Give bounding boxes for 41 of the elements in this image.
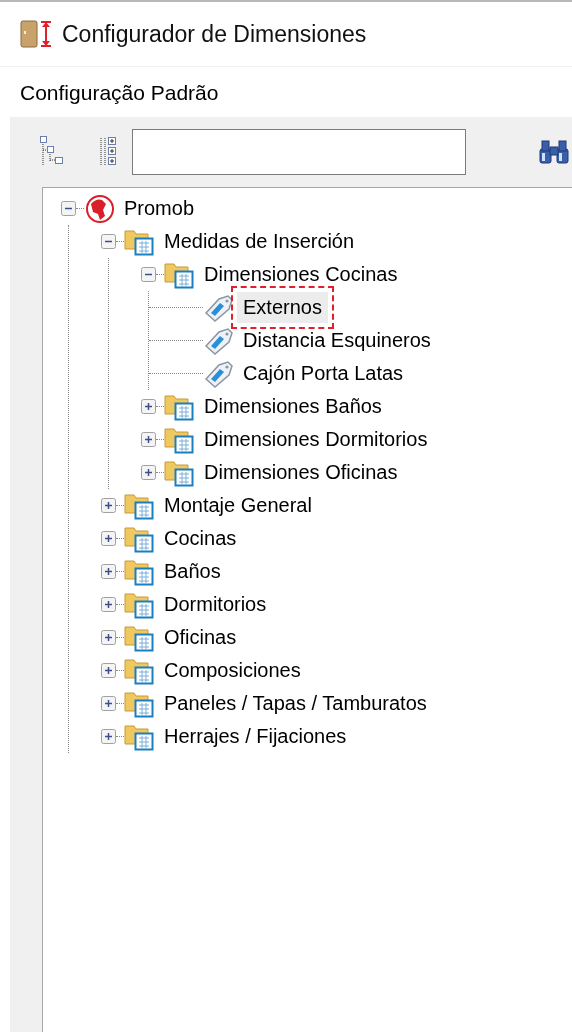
tree-item[interactable]: Promob xyxy=(118,193,201,224)
tag-icon xyxy=(203,292,235,323)
collapse-icon[interactable] xyxy=(101,234,116,249)
expand-icon[interactable] xyxy=(141,465,156,480)
expand-icon[interactable] xyxy=(101,564,116,579)
tree-item[interactable]: Dimensiones Cocinas xyxy=(198,259,404,290)
tree-item[interactable]: Dimensiones Oficinas xyxy=(198,457,404,488)
globe-icon xyxy=(84,193,116,224)
search-field[interactable] xyxy=(132,129,466,175)
tree-item[interactable]: Medidas de Inserción xyxy=(158,226,361,257)
expand-icon[interactable] xyxy=(101,597,116,612)
tree-item[interactable]: Oficinas xyxy=(158,622,243,653)
expand-icon[interactable] xyxy=(101,630,116,645)
tree-item[interactable]: Montaje General xyxy=(158,490,318,521)
collapse-icon[interactable] xyxy=(141,267,156,282)
tree-item[interactable]: Composiciones xyxy=(158,655,307,686)
tree-item[interactable]: Dimensiones Dormitorios xyxy=(198,424,434,455)
expand-icon[interactable] xyxy=(141,399,156,414)
tree-item[interactable]: Distancia Esquineros xyxy=(237,325,437,356)
binoculars-icon[interactable] xyxy=(538,139,570,165)
expand-icon[interactable] xyxy=(101,531,116,546)
tree-item[interactable]: Paneles / Tapas / Tamburatos xyxy=(158,688,433,719)
expand-icon[interactable] xyxy=(101,663,116,678)
tree-item[interactable]: Cajón Porta Latas xyxy=(237,358,410,389)
tag-icon xyxy=(203,358,235,389)
expand-icon[interactable] xyxy=(101,729,116,744)
tree-item[interactable]: Herrajes / Fijaciones xyxy=(158,721,353,752)
expand-icon[interactable] xyxy=(101,498,116,513)
expand-icon[interactable] xyxy=(101,696,116,711)
tree-item[interactable]: Baños xyxy=(158,556,227,587)
tree-item[interactable]: Dimensiones Baños xyxy=(198,391,388,422)
expand-icon[interactable] xyxy=(141,432,156,447)
tag-icon xyxy=(203,325,235,356)
section-title: Configuração Padrão xyxy=(19,80,220,106)
collapse-all-icon[interactable] xyxy=(40,136,66,168)
tree-item[interactable]: Externos xyxy=(237,292,328,323)
collapse-icon[interactable] xyxy=(61,201,76,216)
expand-all-icon[interactable] xyxy=(98,136,118,168)
tree-item[interactable]: Dormitorios xyxy=(158,589,273,620)
window-title: Configurador de Dimensiones xyxy=(62,20,367,48)
tree-item[interactable]: Cocinas xyxy=(158,523,243,554)
